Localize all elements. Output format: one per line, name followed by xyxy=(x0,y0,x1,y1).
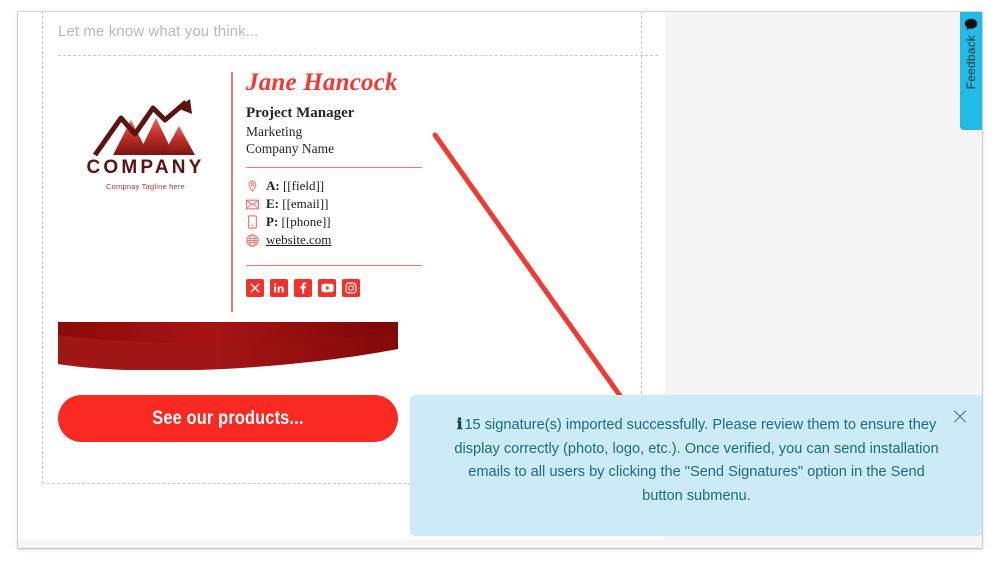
reply-placeholder-text: Let me know what you think... xyxy=(58,23,259,40)
contact-address-text: A: [[field]] xyxy=(266,178,325,194)
envelope-icon xyxy=(246,198,259,211)
social-links xyxy=(246,279,506,298)
logo-company-name: COMPANY xyxy=(86,157,205,178)
x-twitter-icon[interactable] xyxy=(246,279,264,298)
youtube-icon[interactable] xyxy=(318,279,336,298)
contact-phone: P: [[phone]] xyxy=(246,213,506,231)
signature-vertical-divider xyxy=(231,72,233,312)
instagram-icon[interactable] xyxy=(342,279,360,298)
person-company: Company Name xyxy=(246,141,335,157)
toast-message-text: ℹ 15 signature(s) imported successfully. … xyxy=(454,413,939,509)
toast-notification: ℹ 15 signature(s) imported successfully. … xyxy=(410,395,982,536)
see-our-products-button[interactable]: See our products... xyxy=(58,395,398,442)
company-logo: COMPANY Compnay Tagline here xyxy=(58,98,233,191)
signature-details: Jane Hancock Project Manager Marketing C… xyxy=(246,69,506,298)
contact-list: A: [[field]] E: [[email]] P: [[phone]] w… xyxy=(246,177,506,249)
person-name: Jane Hancock xyxy=(246,69,398,96)
speech-bubble-icon xyxy=(964,18,978,31)
facebook-icon[interactable] xyxy=(294,279,312,298)
reply-divider xyxy=(58,55,658,56)
contact-website-text[interactable]: website.com xyxy=(266,232,331,248)
close-icon[interactable] xyxy=(947,403,973,429)
mountains-arrow-logo-icon xyxy=(92,99,195,156)
contact-website[interactable]: website.com xyxy=(246,231,506,249)
email-signature-block[interactable]: COMPANY Compnay Tagline here Jane Hancoc… xyxy=(58,69,628,442)
contact-address: A: [[field]] xyxy=(246,177,506,195)
person-department: Marketing xyxy=(246,123,303,139)
application-frame: Let me know what you think... COMPANY Co… xyxy=(18,12,982,548)
logo-tagline: Compnay Tagline here xyxy=(106,182,185,191)
signature-divider-bottom xyxy=(246,265,422,267)
location-pin-icon xyxy=(246,180,259,193)
linkedin-icon[interactable] xyxy=(270,279,288,298)
feedback-tab-label: Feedback xyxy=(964,35,978,90)
signature-divider-top xyxy=(246,167,422,169)
feedback-tab[interactable]: Feedback xyxy=(960,12,982,130)
toast-message-body: 15 signature(s) imported successfully. P… xyxy=(454,417,939,504)
person-job-title: Project Manager xyxy=(246,105,355,122)
contact-email-text: E: [[email]] xyxy=(266,196,329,212)
signature-top-row: COMPANY Compnay Tagline here Jane Hancoc… xyxy=(58,69,628,320)
contact-phone-text: P: [[phone]] xyxy=(266,214,331,230)
globe-icon xyxy=(246,233,259,247)
contact-email: E: [[email]] xyxy=(246,195,506,213)
red-swoosh-banner xyxy=(58,322,398,370)
mobile-phone-icon xyxy=(246,215,259,229)
cta-button-label: See our products... xyxy=(152,407,304,429)
